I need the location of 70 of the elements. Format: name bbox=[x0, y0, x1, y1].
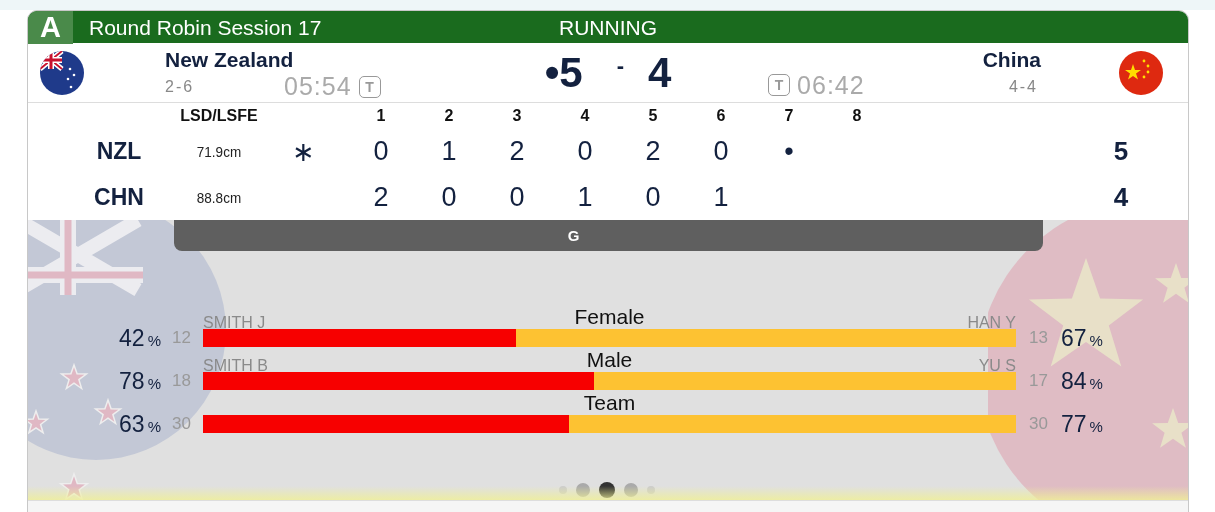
team-name: China bbox=[982, 47, 1041, 72]
end-score: 1 bbox=[440, 136, 458, 167]
column-header: LSD/LSFE bbox=[179, 107, 259, 125]
hammer-mark: ∗ bbox=[290, 135, 316, 168]
percentage: 77% bbox=[1061, 410, 1103, 438]
column-header: 7 bbox=[783, 107, 795, 125]
timeout-badge: T bbox=[358, 75, 381, 98]
percentage: 84% bbox=[1061, 367, 1103, 395]
page-dot[interactable] bbox=[647, 486, 655, 494]
total-score: 5 bbox=[1112, 136, 1130, 167]
end-score: 0 bbox=[508, 181, 526, 213]
end-score: 0 bbox=[644, 181, 662, 213]
score: 4 bbox=[648, 48, 672, 97]
end-score: 2 bbox=[508, 136, 526, 167]
team-name: New Zealand bbox=[165, 47, 294, 72]
end-score: 0 bbox=[440, 181, 458, 213]
shot-count: 13 bbox=[1029, 328, 1048, 348]
end-score: 1 bbox=[576, 181, 594, 213]
end-score: 2 bbox=[644, 136, 662, 167]
end-score: 0 bbox=[372, 136, 390, 167]
player-name: SMITH B bbox=[203, 358, 268, 374]
shot-count: 30 bbox=[172, 414, 192, 434]
lsd-value: 71.9cm bbox=[195, 143, 243, 160]
session-title: Round Robin Session 17 bbox=[89, 15, 322, 40]
team-record: 2-6 bbox=[165, 77, 196, 96]
shot-count: 30 bbox=[1029, 414, 1048, 434]
player-name: SMITH J bbox=[203, 315, 266, 331]
player-name: HAN Y bbox=[967, 315, 1016, 331]
stat-label: Female bbox=[574, 306, 645, 328]
tab-bar[interactable]: G bbox=[174, 220, 1043, 251]
column-header: 6 bbox=[715, 107, 727, 125]
lsd-value: 88.8cm bbox=[195, 188, 243, 206]
player-name: YU S bbox=[978, 358, 1016, 374]
page-dot[interactable] bbox=[576, 483, 590, 497]
end-score: 0 bbox=[576, 136, 594, 167]
column-header: 3 bbox=[511, 107, 523, 125]
team-code: CHN bbox=[93, 183, 145, 211]
shot-count: 17 bbox=[1029, 371, 1048, 391]
page-dot[interactable] bbox=[624, 483, 638, 497]
total-score: 4 bbox=[1112, 181, 1130, 213]
percentage: 78% bbox=[119, 367, 161, 395]
group-badge: A bbox=[28, 11, 73, 44]
column-header: 5 bbox=[647, 107, 659, 125]
end-score: 2 bbox=[372, 181, 390, 213]
column-header: 8 bbox=[851, 107, 863, 125]
percentage: 63% bbox=[119, 410, 161, 438]
flag-icon bbox=[40, 50, 84, 95]
timer: 06:42 bbox=[797, 70, 865, 100]
stat-label: Team bbox=[583, 392, 636, 414]
end-score: 0 bbox=[712, 136, 730, 167]
shot-count: 18 bbox=[172, 371, 192, 391]
percentage: 42% bbox=[119, 324, 161, 352]
team-code: NZL bbox=[95, 138, 143, 165]
stat-label: Male bbox=[586, 349, 633, 371]
timer: 05:54 bbox=[284, 72, 352, 101]
score: •5 bbox=[544, 48, 583, 97]
column-header: 1 bbox=[375, 107, 387, 125]
percentage: 67% bbox=[1061, 324, 1103, 352]
score-separator: - bbox=[616, 52, 624, 79]
flag-icon bbox=[1119, 50, 1163, 95]
page-dot[interactable] bbox=[559, 486, 567, 494]
column-header: 4 bbox=[579, 107, 591, 125]
timeout-badge: T bbox=[768, 74, 791, 96]
end-score: 1 bbox=[712, 181, 730, 213]
page-dot[interactable] bbox=[599, 482, 615, 498]
team-record: 4-4 bbox=[1008, 77, 1038, 96]
shot-count: 12 bbox=[172, 328, 192, 348]
match-status: RUNNING bbox=[559, 15, 657, 40]
end-score: • bbox=[783, 136, 795, 167]
column-header: 2 bbox=[443, 107, 455, 125]
